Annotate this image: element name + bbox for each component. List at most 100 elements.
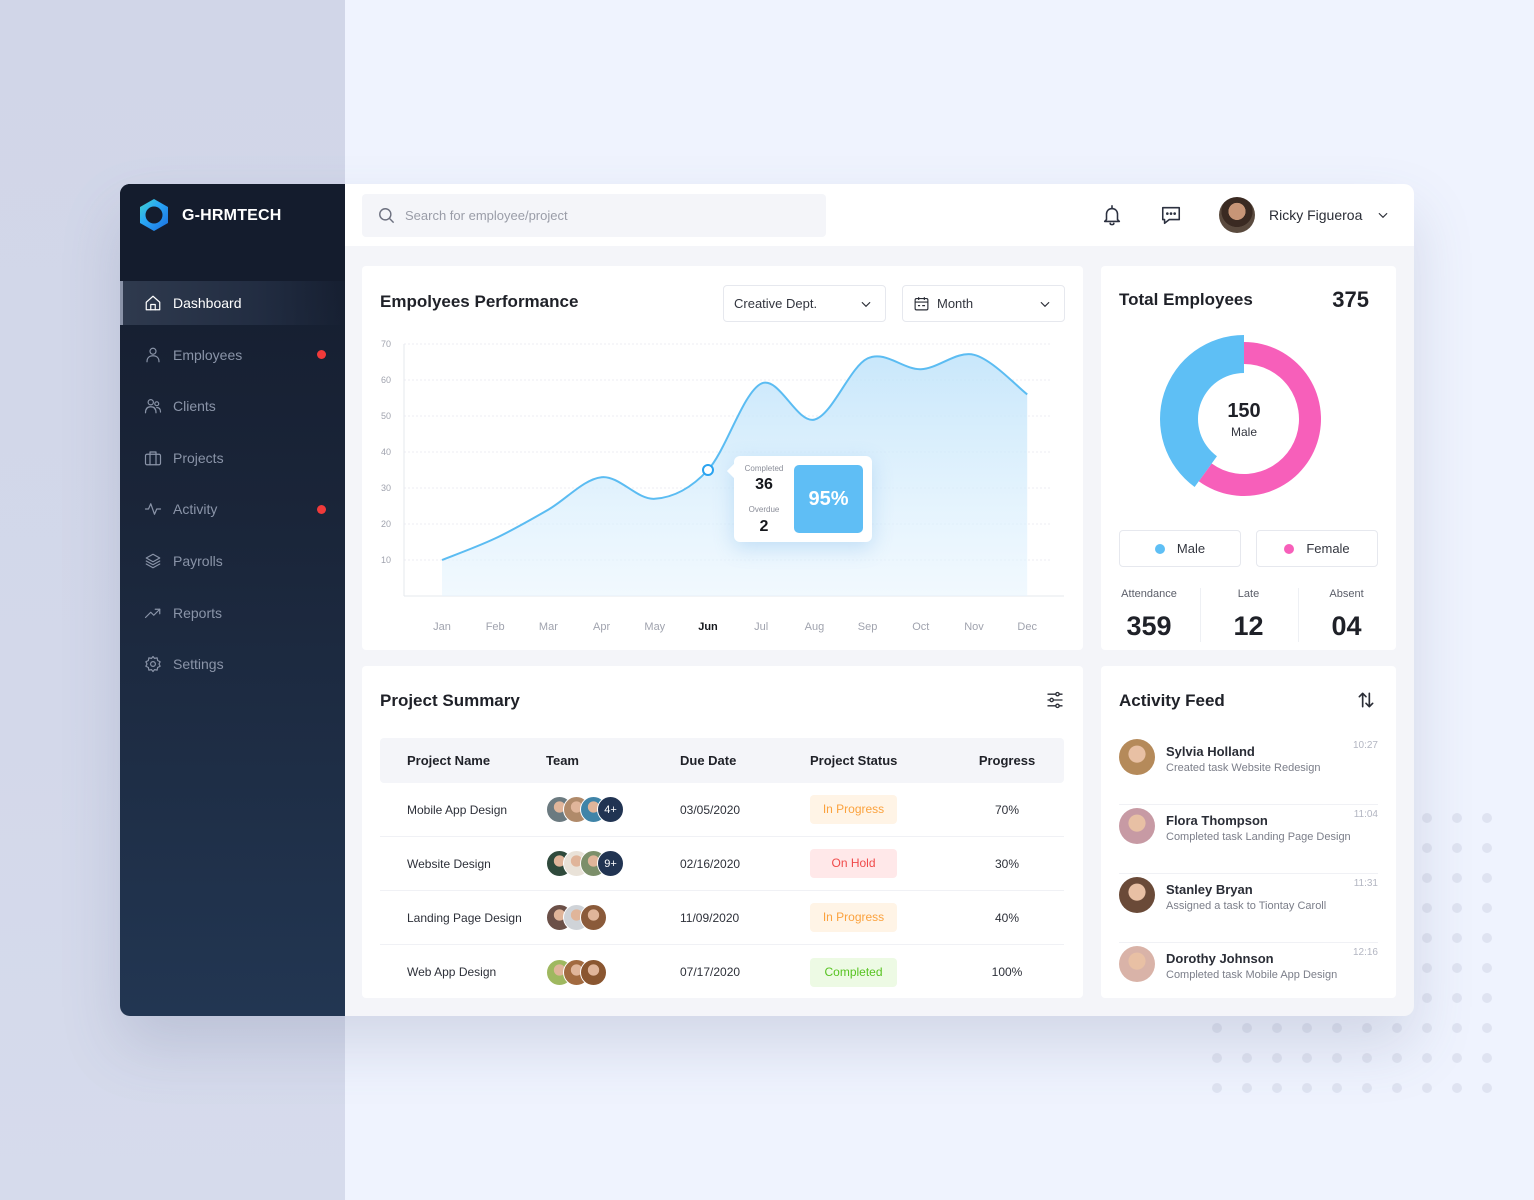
column-header[interactable]: Progress bbox=[950, 753, 1064, 768]
highlighted-point bbox=[702, 464, 714, 476]
activity-item[interactable]: Dorothy Johnson Completed task Mobile Ap… bbox=[1119, 943, 1378, 1012]
dot bbox=[1422, 873, 1432, 883]
activity-item[interactable]: Sylvia Holland Created task Website Rede… bbox=[1119, 736, 1378, 805]
activity-icon bbox=[144, 500, 162, 518]
messages-button[interactable] bbox=[1160, 204, 1182, 226]
team-more-count[interactable]: 9+ bbox=[597, 850, 624, 877]
project-name: Website Design bbox=[407, 856, 491, 871]
sidebar-item-settings[interactable]: Settings bbox=[120, 642, 345, 686]
project-name: Web App Design bbox=[407, 965, 497, 979]
total-employees-title: Total Employees bbox=[1119, 290, 1253, 309]
period-select[interactable]: Month bbox=[902, 285, 1065, 322]
department-select[interactable]: Creative Dept. bbox=[723, 285, 886, 322]
dot bbox=[1422, 843, 1432, 853]
dot bbox=[1452, 843, 1462, 853]
notification-dot bbox=[317, 350, 326, 360]
dot bbox=[1482, 1023, 1492, 1033]
department-select-value: Creative Dept. bbox=[734, 296, 818, 311]
calendar-icon bbox=[914, 297, 929, 311]
activity-name: Sylvia Holland bbox=[1166, 744, 1255, 759]
notifications-button[interactable] bbox=[1101, 204, 1123, 226]
total-employees-card: Total Employees 375 150 Male Male Female… bbox=[1101, 266, 1396, 650]
sidebar-item-activity[interactable]: Activity bbox=[120, 487, 345, 531]
dot bbox=[1242, 1023, 1252, 1033]
gear-icon bbox=[144, 655, 162, 673]
dot bbox=[1452, 813, 1462, 823]
table-row[interactable]: Mobile App Design 4+ 03/05/2020 In Progr… bbox=[380, 783, 1064, 837]
y-tick-label: 10 bbox=[381, 555, 391, 565]
dot bbox=[1422, 1053, 1432, 1063]
legend-swatch-female bbox=[1284, 543, 1295, 554]
sidebar-item-label: Activity bbox=[173, 501, 218, 518]
activity-item[interactable]: Stanley Bryan Assigned a task to Tiontay… bbox=[1119, 874, 1378, 943]
stat-value: 04 bbox=[1331, 611, 1362, 641]
activity-name: Stanley Bryan bbox=[1166, 882, 1253, 897]
activity-avatar bbox=[1119, 946, 1155, 982]
team-more-count[interactable]: 4+ bbox=[597, 796, 624, 823]
x-tick-label: Mar bbox=[539, 621, 558, 633]
legend-label: Male bbox=[1176, 541, 1206, 556]
x-tick-label: Feb bbox=[486, 621, 505, 633]
team-member-avatar bbox=[580, 904, 607, 931]
status-badge: In Progress bbox=[810, 903, 897, 932]
filter-button[interactable] bbox=[1045, 690, 1065, 710]
column-header[interactable]: Project Name bbox=[380, 753, 546, 768]
legend-female-button[interactable]: Female bbox=[1256, 530, 1378, 567]
dot bbox=[1212, 1053, 1222, 1063]
dot bbox=[1302, 1053, 1312, 1063]
sidebar-item-projects[interactable]: Projects bbox=[120, 436, 345, 480]
activity-feed-title: Activity Feed bbox=[1119, 691, 1225, 710]
team-avatars bbox=[546, 904, 680, 931]
search-bar[interactable] bbox=[362, 194, 826, 237]
dot bbox=[1302, 1023, 1312, 1033]
project-name: Mobile App Design bbox=[407, 802, 508, 817]
sidebar-item-label: Projects bbox=[173, 449, 224, 466]
activity-item[interactable]: Flora Thompson Completed task Landing Pa… bbox=[1119, 805, 1378, 874]
dot bbox=[1482, 1053, 1492, 1063]
total-employees-count: 375 bbox=[1332, 287, 1369, 312]
dot bbox=[1332, 1083, 1342, 1093]
brand-name: G-HRMTECH bbox=[182, 207, 282, 224]
brand[interactable]: G-HRMTECH bbox=[120, 184, 345, 281]
column-header[interactable]: Team bbox=[546, 753, 680, 768]
sidebar-nav: Dashboard Employees Clients Projects Act… bbox=[120, 281, 345, 686]
dot bbox=[1422, 963, 1432, 973]
project-summary-card: Project Summary Project Name Team Due Da… bbox=[362, 666, 1083, 998]
status-badge: In Progress bbox=[810, 795, 897, 824]
activity-description: Completed task Landing Page Design bbox=[1166, 831, 1351, 843]
table-row[interactable]: Web App Design 07/17/2020 Completed 100% bbox=[380, 945, 1064, 999]
donut-center: 150 Male bbox=[1199, 400, 1289, 439]
table-row[interactable]: Website Design 9+ 02/16/2020 On Hold 30% bbox=[380, 837, 1064, 891]
stat-attendance: Attendance 359 bbox=[1101, 588, 1197, 642]
status-cell: Completed bbox=[810, 957, 950, 987]
dot bbox=[1422, 813, 1432, 823]
activity-feed-card: Activity Feed Sylvia Holland Created tas… bbox=[1101, 666, 1396, 998]
sidebar-item-dashboard[interactable]: Dashboard bbox=[120, 281, 345, 325]
table-row[interactable]: Landing Page Design 11/09/2020 In Progre… bbox=[380, 891, 1064, 945]
dot bbox=[1242, 1053, 1252, 1063]
sidebar-item-label: Reports bbox=[173, 604, 223, 621]
column-header[interactable]: Project Status bbox=[810, 753, 950, 768]
dot bbox=[1452, 873, 1462, 883]
dot bbox=[1452, 963, 1462, 973]
y-tick-label: 60 bbox=[381, 375, 391, 385]
sidebar-item-reports[interactable]: Reports bbox=[120, 591, 345, 635]
hexagon-logo-icon bbox=[140, 199, 168, 231]
sort-button[interactable] bbox=[1356, 690, 1376, 710]
status-badge: On Hold bbox=[810, 849, 897, 878]
column-header[interactable]: Due Date bbox=[680, 753, 810, 768]
sidebar-item-clients[interactable]: Clients bbox=[120, 384, 345, 428]
performance-card: 10 20 30 40 50 60 70 Jan Feb Mar Apr May Jun Jul Aug Se… bbox=[362, 266, 1083, 650]
sidebar-item-employees[interactable]: Employees bbox=[120, 333, 345, 377]
dot bbox=[1272, 1053, 1282, 1063]
x-tick-label: May bbox=[644, 621, 665, 633]
sidebar-item-payrolls[interactable]: Payrolls bbox=[120, 539, 345, 583]
user-menu[interactable]: Ricky Figueroa bbox=[1219, 197, 1390, 233]
sidebar-item-label: Payrolls bbox=[173, 552, 223, 569]
dot bbox=[1392, 1053, 1402, 1063]
notification-dot bbox=[317, 504, 326, 514]
dot bbox=[1452, 1083, 1462, 1093]
dot bbox=[1452, 1053, 1462, 1063]
legend-male-button[interactable]: Male bbox=[1119, 530, 1241, 567]
search-input[interactable] bbox=[405, 208, 805, 223]
